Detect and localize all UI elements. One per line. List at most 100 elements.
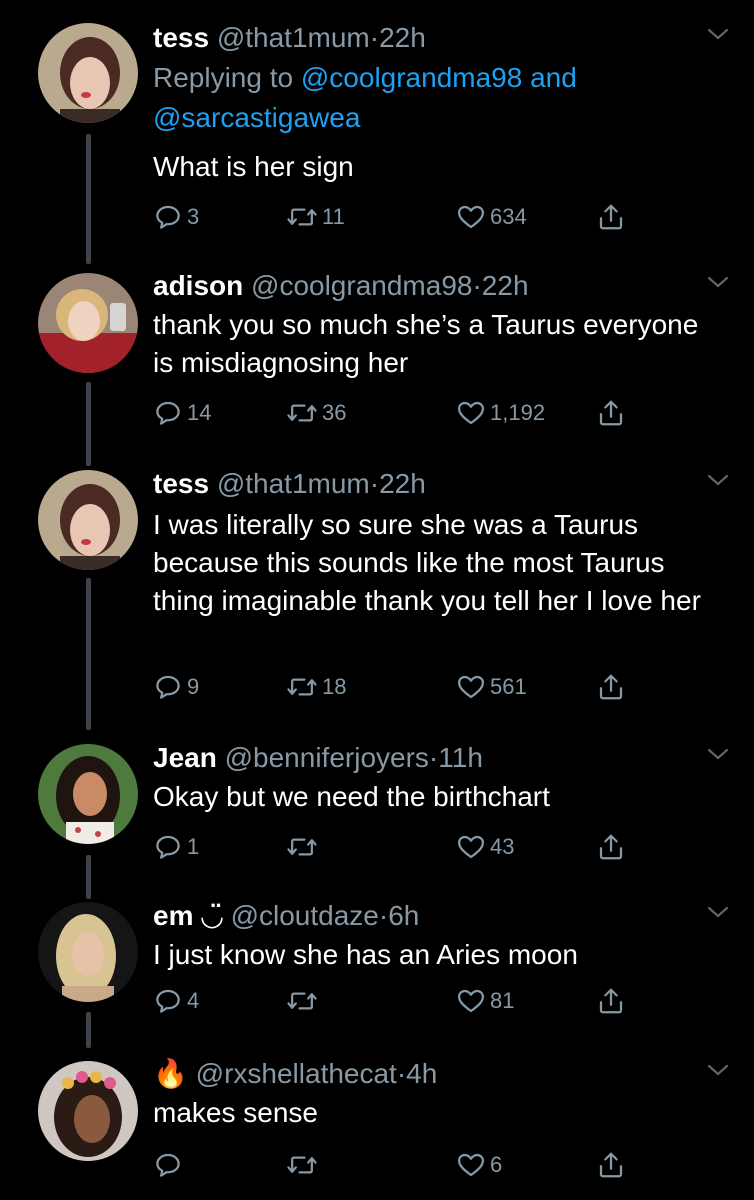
username[interactable]: @coolgrandma98	[251, 270, 472, 301]
tweet[interactable]: tess @that1mum·22h Replying to @coolgran…	[0, 20, 754, 250]
tweet[interactable]: em ◡̈ @cloutdaze·6h I just know she has …	[0, 898, 754, 1028]
like-button[interactable]: 81	[456, 984, 514, 1018]
chevron-down-icon[interactable]	[706, 472, 730, 488]
like-count: 43	[490, 834, 515, 859]
avatar[interactable]	[38, 1061, 138, 1161]
chevron-down-icon[interactable]	[706, 26, 730, 42]
share-button[interactable]	[596, 984, 626, 1018]
display-name[interactable]: 🔥	[153, 1058, 188, 1089]
username[interactable]: @cloutdaze	[231, 900, 379, 931]
retweet-count: 11	[322, 204, 345, 229]
reply-icon	[156, 401, 180, 425]
like-button[interactable]: 634	[456, 200, 527, 234]
retweet-button[interactable]	[286, 1148, 322, 1182]
avatar[interactable]	[38, 470, 138, 570]
share-icon	[599, 988, 623, 1014]
like-count: 634	[490, 204, 527, 229]
mention-link[interactable]: @sarcastigawea	[153, 102, 360, 133]
tweet[interactable]: tess @that1mum·22h I was literally so su…	[0, 466, 754, 716]
chevron-down-icon[interactable]	[706, 274, 730, 290]
avatar[interactable]	[38, 902, 138, 1002]
tweet-text: I was literally so sure she was a Taurus…	[153, 509, 701, 616]
reply-button[interactable]: 1	[153, 830, 199, 864]
reply-count: 14	[187, 400, 212, 425]
display-name[interactable]: tess	[153, 468, 209, 499]
avatar[interactable]	[38, 273, 138, 373]
retweet-button[interactable]: 36	[286, 396, 346, 430]
like-count: 561	[490, 674, 527, 699]
retweet-icon	[287, 1156, 317, 1174]
reply-icon	[156, 1153, 180, 1177]
share-icon	[599, 1152, 623, 1178]
share-button[interactable]	[596, 1148, 626, 1182]
mention-link[interactable]: @coolgrandma98	[301, 62, 522, 93]
display-name[interactable]: adison	[153, 270, 243, 301]
heart-icon	[458, 205, 484, 229]
chevron-down-icon[interactable]	[706, 904, 730, 920]
reply-icon	[156, 989, 180, 1013]
like-button[interactable]: 6	[456, 1148, 502, 1182]
share-button[interactable]	[596, 670, 626, 704]
share-icon	[599, 674, 623, 700]
tweet-header: 🔥 @rxshellathecat·4h	[153, 1056, 437, 1092]
retweet-count: 36	[322, 400, 347, 425]
username[interactable]: @that1mum	[217, 468, 370, 499]
retweet-button[interactable]	[286, 830, 322, 864]
tweet[interactable]: 🔥 @rxshellathecat·4h makes sense 6	[0, 1056, 754, 1196]
separator-dot: ·	[428, 742, 439, 773]
reply-button[interactable]: 14	[153, 396, 211, 430]
share-button[interactable]	[596, 830, 626, 864]
chevron-down-icon[interactable]	[706, 1062, 730, 1078]
retweet-button[interactable]: 11	[286, 200, 345, 234]
reply-button[interactable]: 9	[153, 670, 199, 704]
display-name[interactable]: em ◡̈	[153, 900, 223, 931]
chevron-down-icon[interactable]	[706, 746, 730, 762]
tweet-text: thank you so much she’s a Taurus everyon…	[153, 309, 699, 378]
retweet-icon	[287, 208, 317, 226]
replying-to-label: Replying to	[153, 62, 301, 93]
heart-icon	[458, 835, 484, 859]
like-count: 6	[490, 1152, 503, 1177]
heart-icon	[458, 401, 484, 425]
tweet-header: tess @that1mum·22h	[153, 466, 426, 502]
timestamp[interactable]: 4h	[406, 1058, 437, 1089]
like-button[interactable]: 43	[456, 830, 514, 864]
username[interactable]: @rxshellathecat	[196, 1058, 397, 1089]
avatar[interactable]	[38, 23, 138, 123]
retweet-count: 18	[322, 674, 347, 699]
like-count: 1,192	[490, 400, 546, 425]
timestamp[interactable]: 22h	[482, 270, 529, 301]
display-name[interactable]: tess	[153, 22, 209, 53]
tweet-actions: 14 36 1,192	[153, 396, 653, 430]
share-button[interactable]	[596, 396, 626, 430]
username[interactable]: @that1mum	[217, 22, 370, 53]
username[interactable]: @benniferjoyers	[225, 742, 429, 773]
timestamp[interactable]: 22h	[379, 468, 426, 499]
reply-button[interactable]: 3	[153, 200, 199, 234]
retweet-button[interactable]: 18	[286, 670, 346, 704]
tweet-header: tess @that1mum·22h	[153, 20, 426, 56]
retweet-button[interactable]	[286, 984, 322, 1018]
avatar[interactable]	[38, 744, 138, 844]
tweet-actions: 3 11 634	[153, 200, 653, 234]
tweet[interactable]: adison @coolgrandma98·22h thank you so m…	[0, 268, 754, 458]
tweet-header: em ◡̈ @cloutdaze·6h	[153, 898, 419, 934]
heart-icon	[458, 1153, 484, 1177]
timestamp[interactable]: 6h	[388, 900, 419, 931]
like-button[interactable]: 1,192	[456, 396, 545, 430]
retweet-icon	[287, 992, 317, 1010]
reply-button[interactable]	[153, 1148, 187, 1182]
like-button[interactable]: 561	[456, 670, 527, 704]
display-name[interactable]: Jean	[153, 742, 217, 773]
tweet[interactable]: Jean @benniferjoyers·11h Okay but we nee…	[0, 740, 754, 870]
timestamp[interactable]: 22h	[379, 22, 426, 53]
share-icon	[599, 400, 623, 426]
timestamp[interactable]: 11h	[438, 742, 483, 773]
heart-icon	[458, 675, 484, 699]
like-count: 81	[490, 988, 515, 1013]
reply-button[interactable]: 4	[153, 984, 199, 1018]
retweet-icon	[287, 404, 317, 422]
tweet-header: Jean @benniferjoyers·11h	[153, 740, 483, 776]
separator-dot: ·	[378, 900, 389, 931]
share-button[interactable]	[596, 200, 626, 234]
